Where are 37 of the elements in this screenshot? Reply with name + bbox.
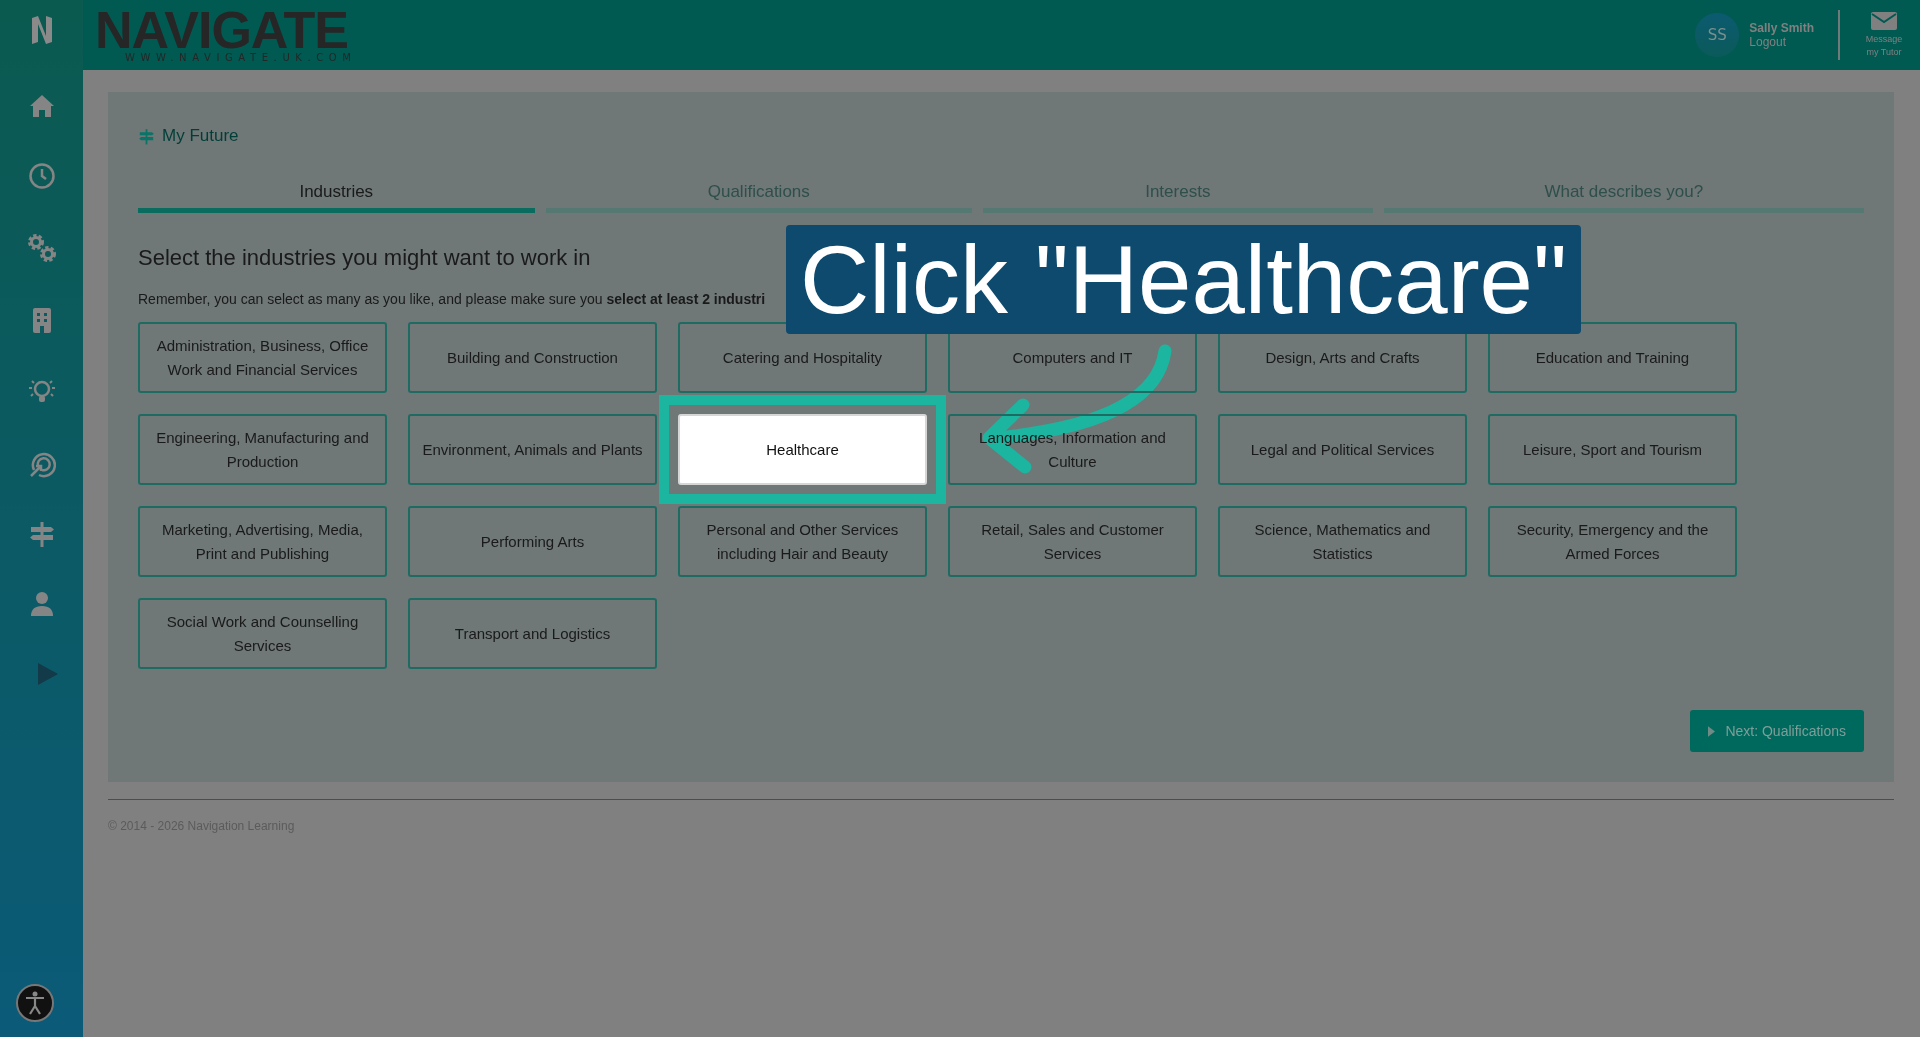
- gears-icon[interactable]: [25, 232, 58, 264]
- industry-option[interactable]: Science, Mathematics and Statistics: [1218, 506, 1467, 577]
- industry-option[interactable]: Retail, Sales and Customer Services: [948, 506, 1197, 577]
- industry-option[interactable]: Languages, Information and Culture: [948, 414, 1197, 485]
- logout-link[interactable]: Logout: [1749, 35, 1814, 49]
- signpost-icon: [138, 127, 155, 145]
- caret-icon: [1708, 725, 1716, 737]
- industry-option[interactable]: Healthcare: [678, 414, 927, 485]
- industry-option[interactable]: Personal and Other Services including Hair and Beauty: [678, 506, 927, 577]
- section-heading: Select the industries you might want to work in: [138, 245, 592, 271]
- step-tab[interactable]: Industries: [138, 182, 535, 213]
- industry-option[interactable]: Security, Emergency and the Armed Forces: [1488, 506, 1737, 577]
- envelope-icon[interactable]: [1871, 11, 1897, 30]
- signpost-icon[interactable]: [27, 520, 56, 548]
- message-tutor-link[interactable]: Message my Tutor: [1862, 32, 1906, 59]
- logo-mark-icon: [29, 14, 54, 46]
- step-tab[interactable]: Qualifications: [545, 182, 972, 213]
- accessibility-icon[interactable]: [15, 983, 55, 1023]
- industry-option[interactable]: Legal and Political Services: [1218, 414, 1467, 485]
- step-tab[interactable]: What describes you?: [1383, 182, 1864, 213]
- user-name: Sally Smith: [1749, 21, 1814, 35]
- industry-option[interactable]: Engineering, Manufacturing and Production: [138, 414, 387, 485]
- clock-icon[interactable]: [27, 162, 56, 190]
- user-avatar: SS: [1695, 13, 1740, 57]
- industry-option[interactable]: Building and Construction: [408, 322, 657, 393]
- industry-option[interactable]: Marketing, Advertising, Media, Print and Publishing: [138, 506, 387, 577]
- industry-option[interactable]: Environment, Animals and Plants: [408, 414, 657, 485]
- industry-option[interactable]: Transport and Logistics: [408, 598, 657, 669]
- industry-option[interactable]: Performing Arts: [408, 506, 657, 577]
- next-button[interactable]: Next: Qualifications: [1690, 710, 1864, 752]
- breadcrumb-title: My Future: [162, 126, 239, 146]
- tutorial-tooltip: Click "Healthcare": [786, 225, 1582, 334]
- industry-option[interactable]: Administration, Business, Office Work and Financial Services: [138, 322, 387, 393]
- industry-option[interactable]: Leisure, Sport and Tourism: [1488, 414, 1737, 485]
- instruction-text: Remember, you can select as many as you like, and please make sure you select at least 2 industri: [138, 291, 767, 307]
- step-tab[interactable]: Interests: [983, 182, 1373, 213]
- industry-option[interactable]: Social Work and Counselling Services: [138, 598, 387, 669]
